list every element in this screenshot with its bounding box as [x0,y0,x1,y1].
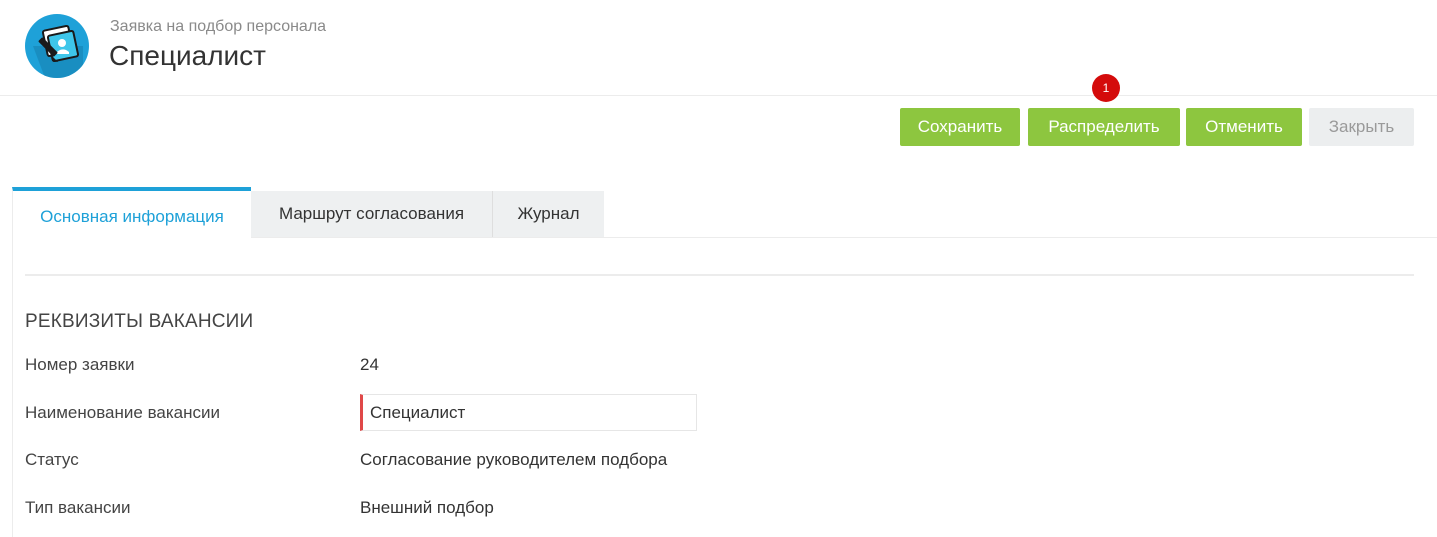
tab-approval-route[interactable]: Маршрут согласования [251,191,493,237]
close-button[interactable]: Закрыть [1309,108,1414,146]
recruitment-request-icon [25,14,89,78]
notification-badge[interactable]: 1 [1092,74,1120,102]
vacancy-type-label: Тип вакансии [25,498,131,517]
request-number-value: 24 [360,355,379,374]
page-header: Заявка на подбор персонала Специалист [0,0,1437,96]
status-label: Статус [25,450,79,469]
section-divider [25,274,1414,276]
cancel-button[interactable]: Отменить [1186,108,1302,146]
status-value: Согласование руководителем подбора [360,450,668,469]
tab-journal[interactable]: Журнал [493,191,604,237]
page-subtitle: Заявка на подбор персонала [110,18,327,35]
save-button[interactable]: Сохранить [900,108,1020,146]
tab-main-info[interactable]: Основная информация [12,187,251,238]
section-title: РЕКВИЗИТЫ ВАКАНСИИ [25,311,254,332]
vacancy-type-value: Внешний подбор [360,498,494,517]
page-title: Специалист [109,40,267,71]
vacancy-name-label: Наименование вакансии [25,403,221,422]
tab-panel-border [12,238,13,537]
request-number-label: Номер заявки [25,355,135,374]
distribute-button[interactable]: Распределить [1028,108,1180,146]
vacancy-name-input[interactable] [360,394,697,431]
